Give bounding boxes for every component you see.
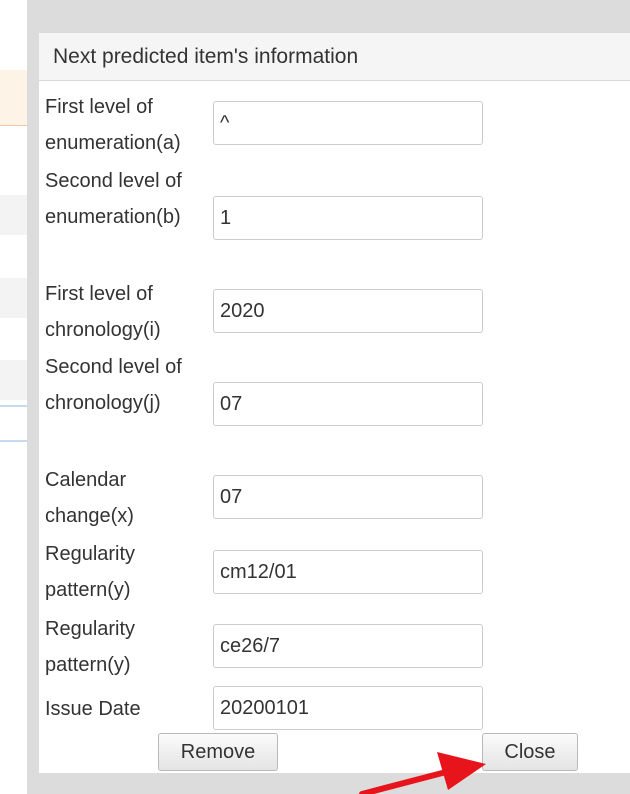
second-chronology-input[interactable]: [213, 382, 483, 426]
remove-button[interactable]: Remove: [158, 733, 278, 771]
issue-date-input[interactable]: [213, 686, 483, 730]
dialog-header: Next predicted item's information: [39, 33, 630, 81]
field-label-first-chronology: First level of chronology(i): [45, 283, 161, 341]
regularity-pattern-1-input[interactable]: [213, 550, 483, 594]
field-label-calendar-change: Calendar change(x): [45, 469, 134, 527]
first-enumeration-input[interactable]: [213, 101, 483, 145]
first-chronology-input[interactable]: [213, 289, 483, 333]
field-label-second-enumeration: Second level of enumeration(b): [45, 163, 215, 235]
close-button[interactable]: Close: [482, 733, 578, 771]
field-label-regularity-pattern-1: Regularity pattern(y): [45, 543, 136, 601]
second-enumeration-input[interactable]: [213, 196, 483, 240]
predicted-item-dialog: Next predicted item's information First …: [39, 33, 630, 773]
field-label-second-chronology: Second level of chronology(j): [45, 349, 215, 421]
field-label-first-enumeration: First level of enumeration(a): [45, 96, 181, 154]
field-label-text: Second level of chronology(j): [45, 356, 182, 414]
field-label-regularity-pattern-2: Regularity pattern(y): [45, 618, 136, 676]
dialog-title: Next predicted item's information: [53, 44, 359, 68]
field-label-text: Second level of enumeration(b): [45, 170, 182, 228]
field-label-issue-date: Issue Date: [45, 698, 141, 720]
regularity-pattern-2-input[interactable]: [213, 624, 483, 668]
calendar-change-input[interactable]: [213, 475, 483, 519]
